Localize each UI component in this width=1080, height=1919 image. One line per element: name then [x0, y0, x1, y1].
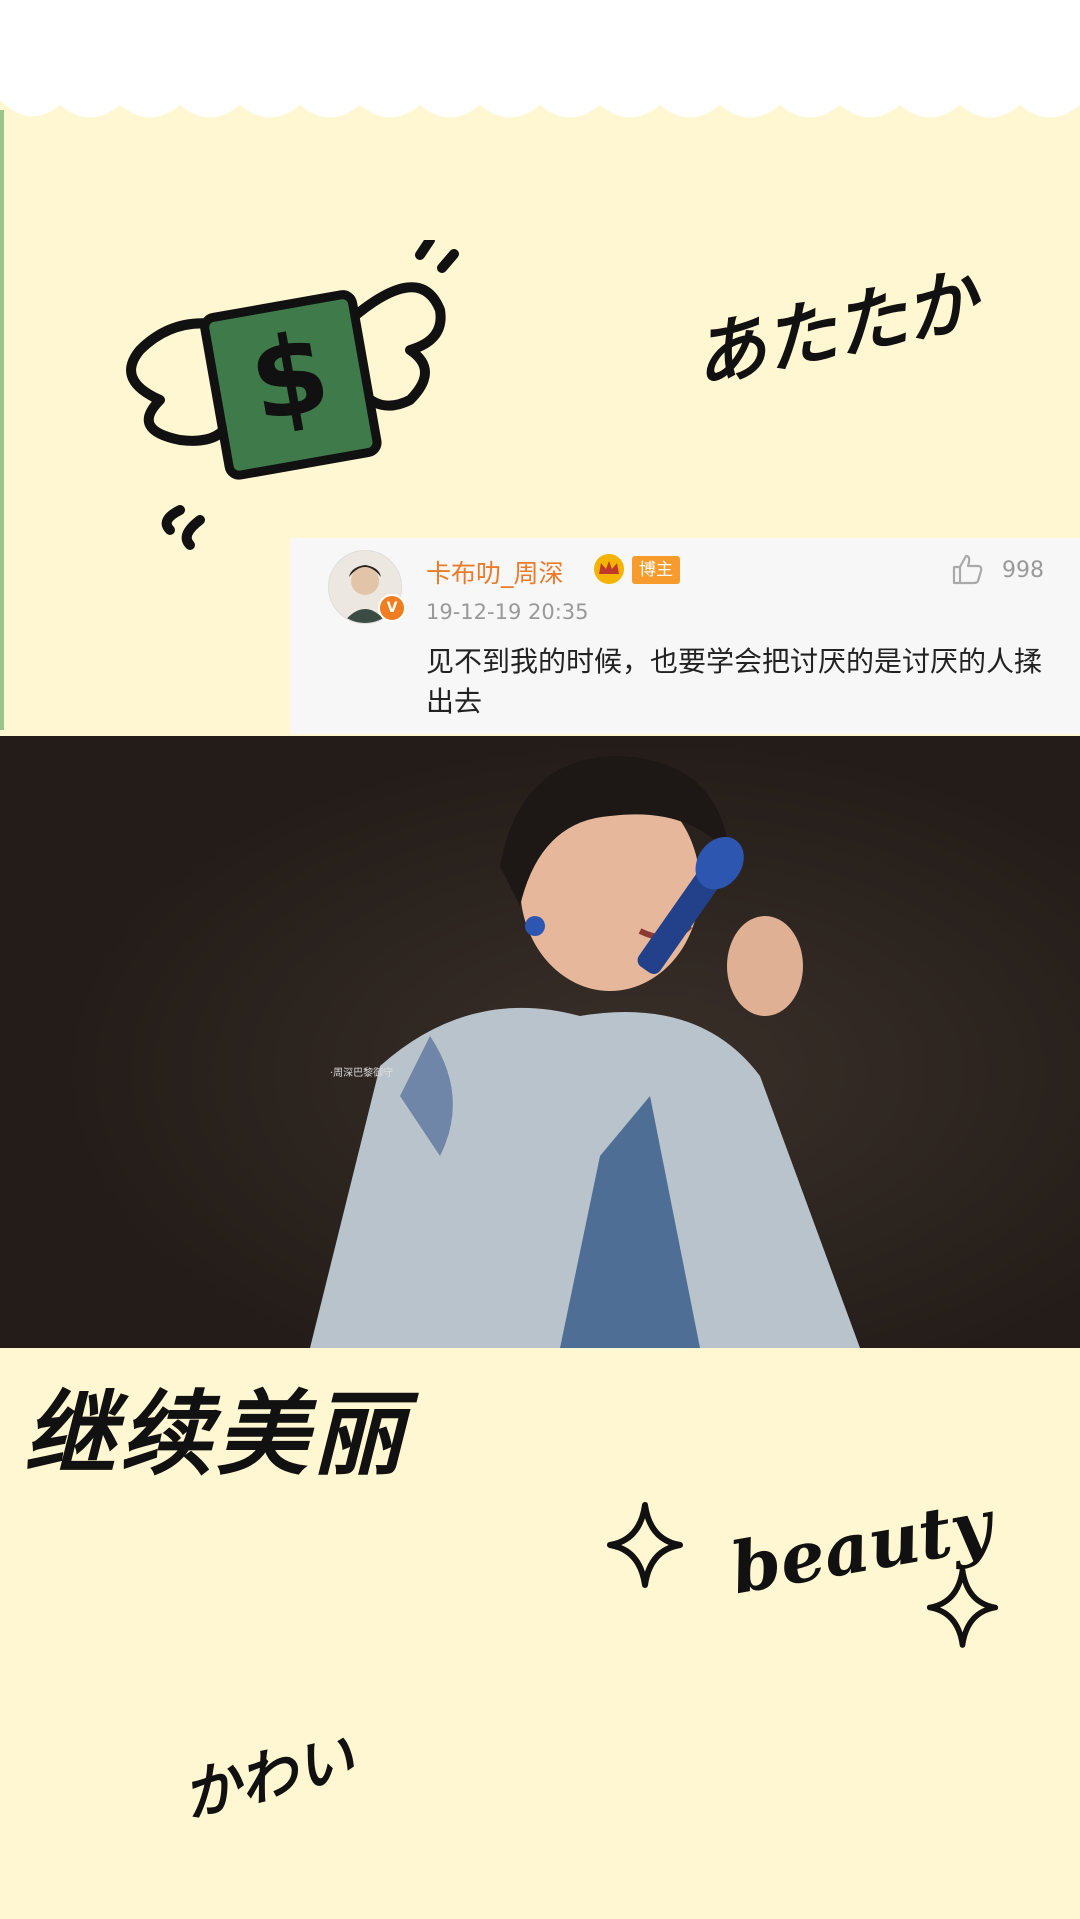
handwriting-kawai: かわい: [175, 1722, 361, 1831]
green-margin-line: [0, 110, 4, 730]
comment-card[interactable]: V 卡布叻_周深 博主 19-12-19 20:35 998 见不到我的时候，也…: [290, 538, 1080, 734]
handwriting-atataka: あたたか: [685, 256, 985, 400]
sparkle-icon: [607, 1502, 683, 1588]
money-doodle-icon: $: [126, 240, 459, 550]
sparkle-icon: [926, 1567, 999, 1648]
comment-username[interactable]: 卡布叻_周深: [426, 554, 564, 590]
like-count: 998: [1002, 558, 1044, 583]
photo-watermark: ·周深巴黎御守: [330, 1068, 394, 1079]
host-badge: 博主: [632, 556, 680, 584]
like-icon[interactable]: [950, 552, 984, 586]
concert-photo: [0, 736, 1080, 1348]
comment-timestamp: 19-12-19 20:35: [426, 600, 589, 624]
comment-text: 见不到我的时候，也要学会把讨厌的是讨厌的人揉出去: [426, 645, 1043, 718]
verified-badge: V: [378, 594, 406, 622]
handwriting-jixu: 继续美丽: [24, 1380, 409, 1488]
cloud-edge: [0, 100, 1080, 140]
crown-icon: [594, 554, 624, 584]
